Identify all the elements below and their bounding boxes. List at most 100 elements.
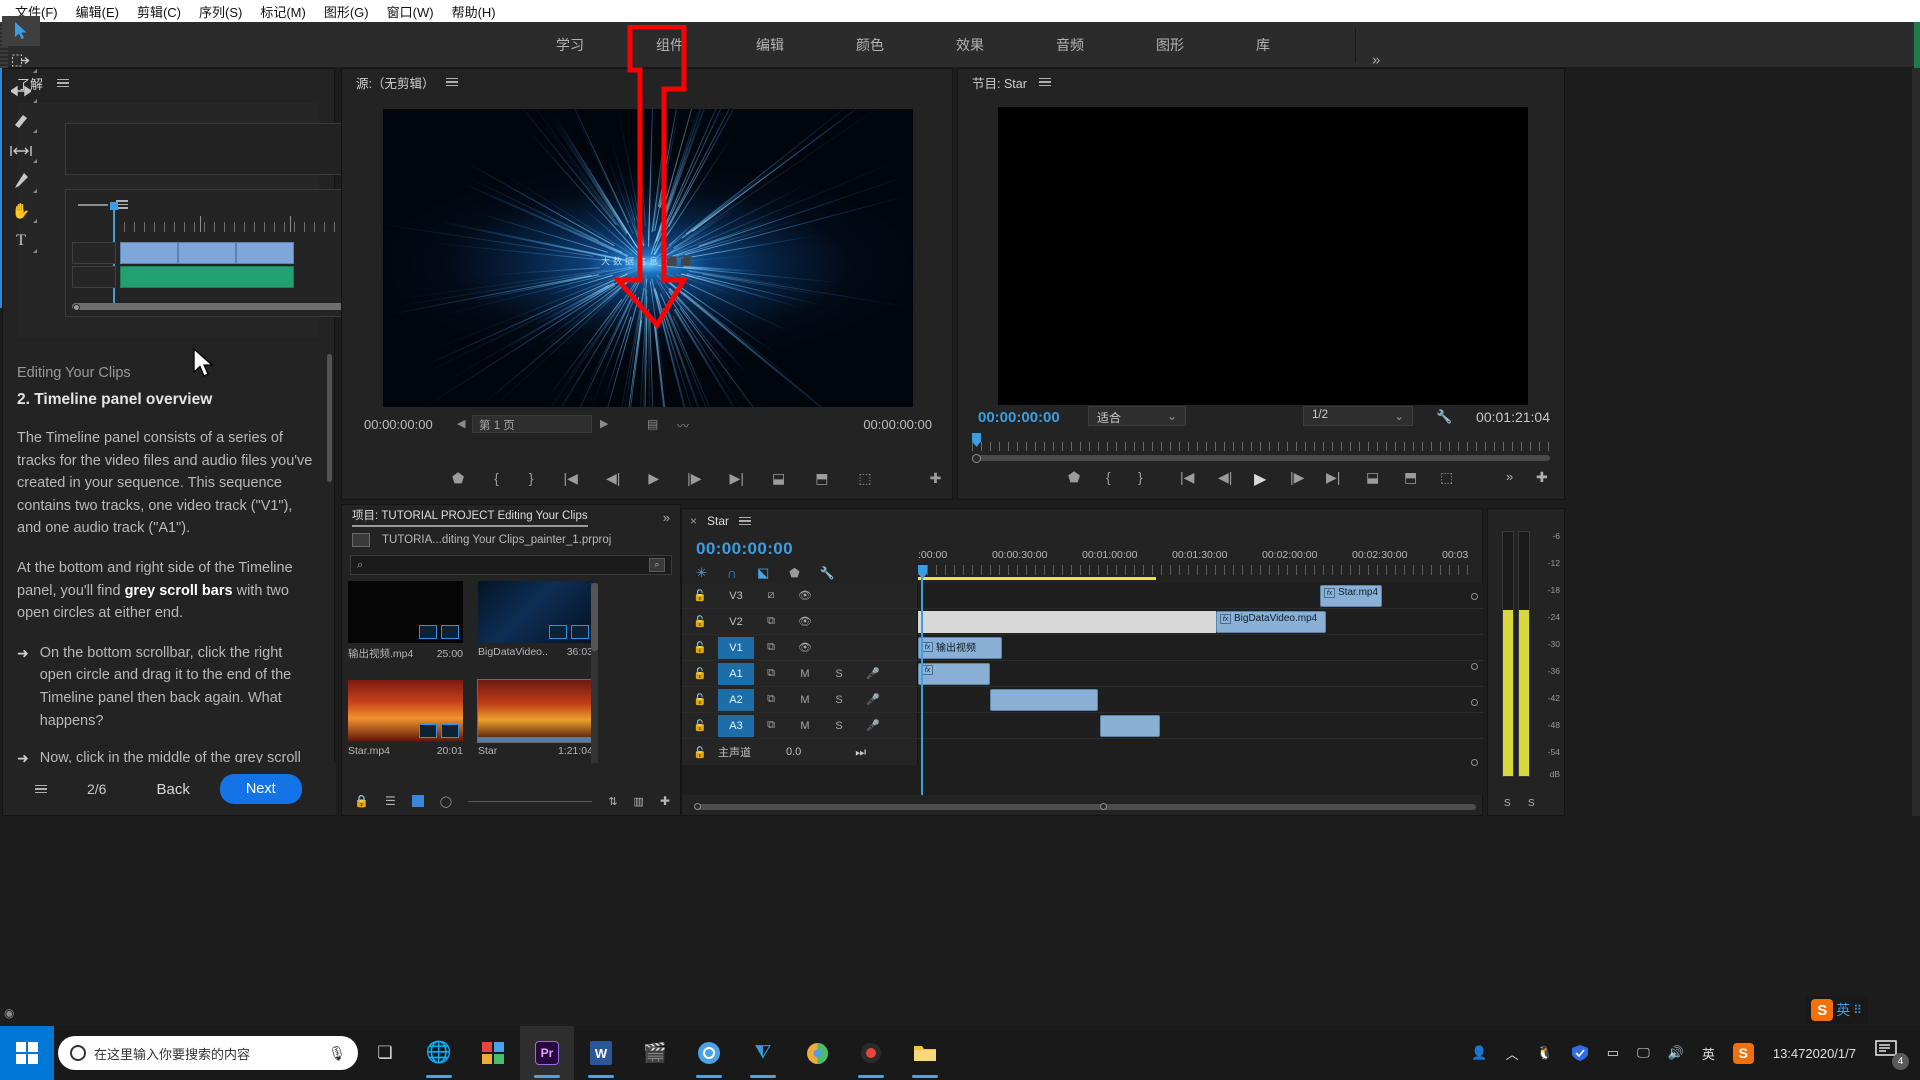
sync-lock-icon[interactable]: ⧉: [754, 615, 788, 628]
master-meter-icon[interactable]: ⏭: [855, 745, 866, 760]
vertical-scroll-circle-low[interactable]: [1471, 699, 1478, 706]
workspace-tab-assembly[interactable]: 组件: [620, 35, 720, 55]
menu-item-sequence[interactable]: 序列(S): [190, 2, 251, 21]
tutorial-menu-icon[interactable]: [35, 785, 47, 794]
program-monitor-tab[interactable]: 节目: Star: [972, 73, 1027, 92]
step-back-icon[interactable]: ◀|: [606, 470, 620, 487]
timeline-clip[interactable]: fx Star.mp4: [1320, 585, 1382, 607]
hand-tool[interactable]: ✋: [2, 196, 40, 226]
program-monitor-video[interactable]: [998, 107, 1528, 405]
vertical-scroll-circle-bottom[interactable]: [1471, 759, 1478, 766]
workspace-tab-audio[interactable]: 音频: [1020, 35, 1120, 55]
program-resolution-select[interactable]: 1/2 ⌄: [1303, 406, 1413, 426]
source-monitor-menu-icon[interactable]: [446, 78, 458, 87]
program-timecode[interactable]: 00:00:00:00: [978, 409, 1060, 426]
close-icon[interactable]: ×: [690, 514, 697, 528]
solo-button[interactable]: S: [822, 720, 856, 732]
lock-icon[interactable]: 🔓: [682, 667, 718, 680]
step-back-icon[interactable]: ◀|: [1218, 469, 1232, 486]
eye-icon[interactable]: 👁: [788, 641, 822, 654]
program-monitor-menu-icon[interactable]: [1039, 78, 1051, 87]
tutorial-back-button[interactable]: Back: [156, 781, 189, 798]
menu-item-help[interactable]: 帮助(H): [443, 2, 505, 21]
mute-button[interactable]: M: [788, 694, 822, 706]
source-page-selector[interactable]: 第 1 页: [472, 415, 592, 433]
out-point-icon[interactable]: }: [1138, 469, 1143, 485]
timeline-work-area-bar[interactable]: [918, 577, 1156, 580]
tutorial-next-button[interactable]: Next: [220, 774, 302, 804]
track-name-a1[interactable]: A1: [718, 663, 754, 685]
project-panel-tab[interactable]: 项目: TUTORIAL PROJECT Editing Your Clips: [352, 507, 588, 527]
qq-icon[interactable]: 🐧: [1528, 1045, 1562, 1061]
eye-icon[interactable]: 👁: [788, 589, 822, 602]
insert-icon[interactable]: ⬓: [772, 470, 785, 487]
marker-icon[interactable]: ⬟: [452, 470, 464, 487]
track-name-v2[interactable]: V2: [718, 611, 754, 633]
overflow-icon[interactable]: »: [1506, 469, 1513, 484]
in-point-icon[interactable]: {: [494, 470, 499, 486]
vertical-scroll-circle-top[interactable]: [1471, 593, 1478, 600]
scroll-circle-right[interactable]: [1100, 803, 1107, 810]
ime-indicator[interactable]: 英: [1693, 1044, 1724, 1063]
taskbar-app-vscode[interactable]: ⧨: [736, 1026, 790, 1080]
sogou-ime-panel[interactable]: S 英 ⠿: [1805, 996, 1868, 1024]
menu-item-graphics[interactable]: 图形(G): [315, 2, 378, 21]
sync-lock-icon[interactable]: ⧉: [754, 641, 788, 654]
timeline-clip[interactable]: fx BigDataVideo.mp4: [1216, 611, 1326, 633]
bin-item[interactable]: Star 1:21:04: [478, 680, 593, 768]
lock-icon[interactable]: 🔓: [682, 589, 718, 602]
sync-lock-icon[interactable]: ⧉: [754, 667, 788, 680]
taskbar-app-record[interactable]: [844, 1026, 898, 1080]
taskbar-app-media[interactable]: 🎬: [628, 1026, 682, 1080]
accessibility-icon[interactable]: ◉: [4, 1006, 22, 1024]
display-icon[interactable]: 🖵: [1628, 1045, 1659, 1061]
people-icon[interactable]: 👤: [1462, 1045, 1496, 1061]
meter-solo-right[interactable]: S: [1528, 798, 1535, 809]
taskbar-app-explorer[interactable]: [898, 1026, 952, 1080]
lift-icon[interactable]: ⬓: [1366, 469, 1379, 486]
workspace-overflow-icon[interactable]: »: [1372, 52, 1380, 69]
voice-record-icon[interactable]: 🎤: [856, 693, 890, 706]
workspace-tab-editing[interactable]: 编辑: [720, 35, 820, 55]
workspace-tab-graphics[interactable]: 图形: [1120, 35, 1220, 55]
sync-lock-icon[interactable]: ⧄: [754, 589, 788, 602]
export-frame-icon[interactable]: ⬚: [1440, 469, 1453, 486]
play-icon[interactable]: ▶: [1254, 469, 1266, 489]
taskbar-app-firefox[interactable]: 🌐: [412, 1026, 466, 1080]
project-search-input[interactable]: [369, 559, 643, 571]
go-to-out-icon[interactable]: ▶|: [1326, 469, 1340, 486]
vertical-scroll-circle-mid[interactable]: [1471, 663, 1478, 670]
linked-selection-icon[interactable]: ⬕: [757, 565, 769, 581]
sogou-ime-mode[interactable]: 英: [1836, 1000, 1850, 1020]
timeline-audio-clip[interactable]: [1100, 715, 1160, 737]
volume-icon[interactable]: 🔊: [1659, 1045, 1693, 1061]
timeline-audio-clip[interactable]: [990, 689, 1098, 711]
sogou-tray-icon[interactable]: S: [1724, 1043, 1763, 1064]
menu-item-marker[interactable]: 标记(M): [251, 2, 315, 21]
voice-record-icon[interactable]: 🎤: [856, 719, 890, 732]
timeline-horizontal-scrollbar[interactable]: [694, 804, 1476, 810]
lock-icon[interactable]: 🔓: [682, 746, 718, 759]
list-view-icon[interactable]: ☰: [385, 794, 396, 808]
track-body-v3[interactable]: fx Star.mp4: [918, 583, 1484, 608]
next-page-icon[interactable]: ▶: [600, 417, 608, 430]
task-view-button[interactable]: ❏: [358, 1026, 412, 1080]
taskbar-app-store[interactable]: [466, 1026, 520, 1080]
voice-record-icon[interactable]: 🎤: [856, 667, 890, 680]
taskbar-app-premiere[interactable]: Pr: [520, 1026, 574, 1080]
workspace-tab-libraries[interactable]: 库: [1220, 35, 1306, 55]
track-body-a3[interactable]: [918, 713, 1484, 738]
zoom-slider[interactable]: [468, 801, 592, 802]
lock-icon[interactable]: 🔓: [682, 641, 718, 654]
notification-button[interactable]: 4: [1866, 1038, 1914, 1068]
track-body-v1[interactable]: fx 输出视频: [918, 635, 1484, 660]
out-point-icon[interactable]: }: [529, 470, 534, 486]
overwrite-icon[interactable]: ⬒: [815, 470, 828, 487]
slip-tool[interactable]: [2, 136, 40, 166]
start-button[interactable]: [0, 1026, 54, 1080]
track-name-v3[interactable]: V3: [718, 585, 754, 607]
icon-view-icon[interactable]: [412, 795, 424, 807]
track-body-a2[interactable]: [918, 687, 1484, 712]
workspace-tab-effects[interactable]: 效果: [920, 35, 1020, 55]
add-button-icon[interactable]: ✚: [930, 470, 942, 487]
